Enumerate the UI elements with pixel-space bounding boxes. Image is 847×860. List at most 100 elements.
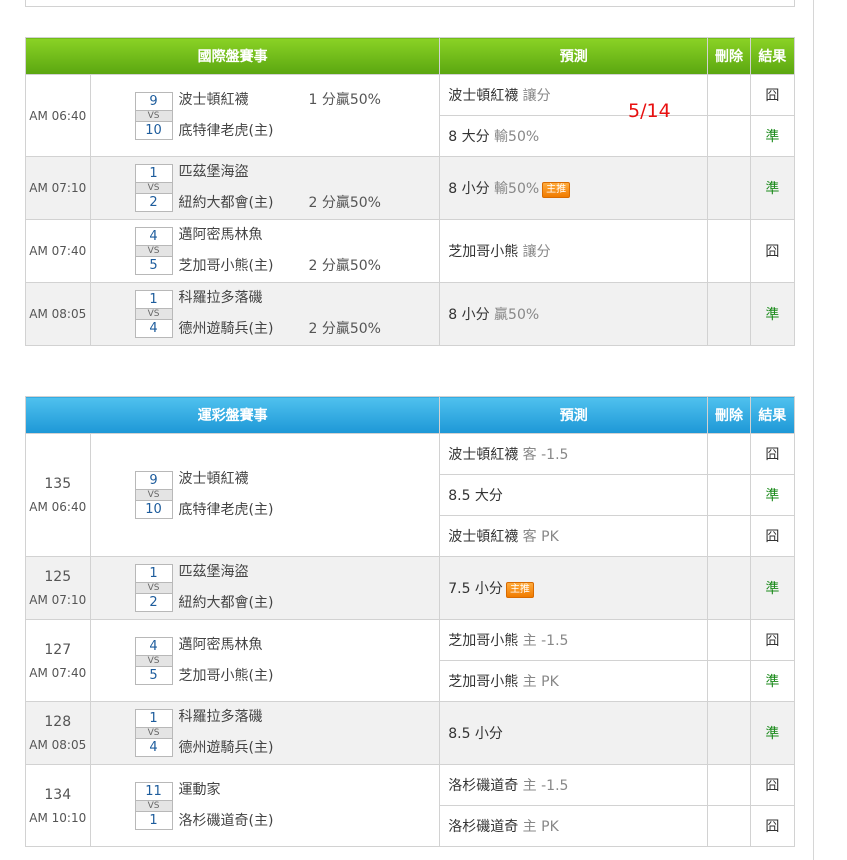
away-score: 9 <box>134 91 173 111</box>
game-time: AM 07:10 <box>29 181 87 195</box>
prediction-detail: 主 -1.5 <box>522 778 569 794</box>
away-team: 運動家 <box>178 781 221 798</box>
game-code: 135 <box>44 476 72 492</box>
matchup-cell: 1 VS 2 匹茲堡海盜 紐約大都會(主) 2 分贏50% <box>89 156 441 220</box>
home-team: 芝加哥小熊(主) <box>178 258 274 274</box>
prediction-main: 波士頓紅襪 <box>448 529 519 545</box>
featured-badge: 主推 <box>542 182 571 198</box>
featured-badge: 主推 <box>505 582 534 598</box>
result-cell: 準 <box>749 282 796 346</box>
table-row: 127 AM 07:40 4 VS 5 邁阿密馬林魚 芝加哥小熊(主) 芝加哥小熊 主 -1.… <box>25 619 796 702</box>
prediction-main: 芝加哥小熊 <box>448 633 519 649</box>
game-code: 125 <box>44 569 72 585</box>
team-names: 運動家洛杉磯道奇(主) <box>179 775 309 837</box>
game-time: AM 07:40 <box>29 665 87 680</box>
team-names: 邁阿密馬林魚 芝加哥小熊(主) <box>179 220 309 282</box>
page-divider <box>813 0 814 860</box>
prediction-main: 8.5 大分 <box>448 488 503 504</box>
table-row: AM 08:05 1 VS 4 科羅拉多落磯 德州遊騎兵(主) 2 分贏50% 8 小分 贏5… <box>25 282 796 346</box>
prediction-cell: 7.5 小分 主推 <box>439 556 709 620</box>
result-cell: 準 <box>749 115 796 157</box>
table-row: 134 AM 10:10 11 VS 1 運動家 洛杉磯道奇(主) 洛杉磯道奇 主 -1.5 囧 <box>25 764 796 847</box>
delete-cell[interactable] <box>707 219 751 283</box>
matchup-cell: 1 VS 4 科羅拉多落磯 德州遊騎兵(主) <box>89 701 441 765</box>
delete-cell[interactable] <box>707 515 751 557</box>
result-header: 結果 <box>749 37 796 75</box>
home-team: 洛杉磯道奇(主) <box>178 812 274 829</box>
result-cell: 囧 <box>749 805 796 847</box>
score-box: 1 VS 2 <box>134 564 173 612</box>
game-time: AM 10:10 <box>29 810 87 825</box>
home-team: 紐約大都會(主) <box>178 595 274 611</box>
prediction-main: 洛杉磯道奇 <box>448 778 519 794</box>
home-team: 底特律老虎(主) <box>178 122 274 139</box>
result-cell: 囧 <box>749 433 796 475</box>
delete-cell[interactable] <box>707 660 751 702</box>
away-team: 波士頓紅襪 <box>178 91 249 108</box>
result-cell: 準 <box>749 660 796 702</box>
result-cell: 準 <box>749 474 796 516</box>
delete-cell[interactable] <box>707 805 751 847</box>
prediction-cell: 洛杉磯道奇 主 -1.5 <box>439 764 709 806</box>
delete-cell[interactable] <box>707 764 751 806</box>
result-cell: 囧 <box>749 619 796 661</box>
home-score: 2 <box>134 593 173 612</box>
result-cell: 準 <box>749 156 796 220</box>
prediction-cell: 8 小分 輸50% 主推 <box>439 156 709 220</box>
matchup-cell: 1 VS 2 匹茲堡海盜 紐約大都會(主) <box>89 556 441 620</box>
delete-cell[interactable] <box>707 619 751 661</box>
game-time-cell: 134 AM 10:10 <box>25 764 91 847</box>
matchup: 11 VS 1 運動家 洛杉磯道奇(主) <box>91 775 440 837</box>
home-score: 4 <box>134 319 173 338</box>
home-team: 紐約大都會(主) <box>178 195 274 211</box>
game-time-cell: AM 07:10 <box>25 156 91 220</box>
prediction-detail: 贏50% <box>494 307 540 323</box>
score-box: 4 VS 5 <box>134 227 173 275</box>
game-code: 127 <box>44 641 72 658</box>
prediction-cell: 芝加哥小熊 讓分 <box>439 219 709 283</box>
prediction-detail: 客 -1.5 <box>522 447 569 463</box>
delete-cell[interactable] <box>707 433 751 475</box>
delete-cell[interactable] <box>707 282 751 346</box>
score-notes: 2 分贏50% <box>309 283 419 345</box>
delete-cell[interactable] <box>707 556 751 620</box>
game-time: AM 08:05 <box>29 738 87 752</box>
score-box: 9 VS 10 <box>134 471 173 519</box>
vs-label: VS <box>134 309 173 319</box>
matchup: 1 VS 4 科羅拉多落磯 德州遊騎兵(主) 2 分贏50% <box>91 283 440 345</box>
away-score: 1 <box>134 290 173 309</box>
away-team: 邁阿密馬林魚 <box>178 227 263 243</box>
prediction-cell: 8.5 大分 <box>439 474 709 516</box>
delete-header: 刪除 <box>707 396 751 434</box>
prediction-main: 波士頓紅襪 <box>448 447 519 463</box>
home-score: 2 <box>134 193 173 212</box>
prediction-detail: 讓分 <box>522 88 551 104</box>
home-score: 4 <box>134 738 173 757</box>
prediction-main: 8 小分 <box>448 181 490 197</box>
prediction-detail: 讓分 <box>522 244 551 260</box>
previous-section-bottom <box>25 0 795 7</box>
home-score: 10 <box>134 500 173 519</box>
delete-cell[interactable] <box>707 74 751 116</box>
delete-cell[interactable] <box>707 115 751 157</box>
score-notes: 1 分贏50% <box>309 85 419 147</box>
vs-label: VS <box>134 728 173 738</box>
matchup-cell: 1 VS 4 科羅拉多落磯 德州遊騎兵(主) 2 分贏50% <box>89 282 441 346</box>
delete-cell[interactable] <box>707 701 751 765</box>
score-box: 1 VS 4 <box>134 290 173 338</box>
vs-label: VS <box>134 110 173 121</box>
international-games-table: 國際盤賽事 預測 刪除 結果 AM 06:40 9 VS 10 波士頓紅襪 底特律老虎(主… <box>24 37 796 346</box>
matchup: 4 VS 5 邁阿密馬林魚 芝加哥小熊(主) <box>91 630 440 692</box>
away-team: 科羅拉多落磯 <box>178 709 263 725</box>
matchup: 9 VS 10 波士頓紅襪 底特律老虎(主) <box>91 464 440 526</box>
matchup-cell: 9 VS 10 波士頓紅襪底特律老虎(主) 1 分贏50% <box>89 74 441 157</box>
prediction-main: 芝加哥小熊 <box>448 674 519 690</box>
game-time: AM 07:10 <box>29 593 87 607</box>
vs-label: VS <box>134 490 173 500</box>
matchup-cell: 9 VS 10 波士頓紅襪 底特律老虎(主) <box>89 433 441 557</box>
delete-cell[interactable] <box>707 156 751 220</box>
home-score: 10 <box>134 120 173 140</box>
lottery-header: 運彩盤賽事 <box>24 396 441 434</box>
delete-cell[interactable] <box>707 474 751 516</box>
table-row: 135 AM 06:40 9 VS 10 波士頓紅襪 底特律老虎(主) 波士頓紅襪 客 -1.… <box>25 433 796 557</box>
